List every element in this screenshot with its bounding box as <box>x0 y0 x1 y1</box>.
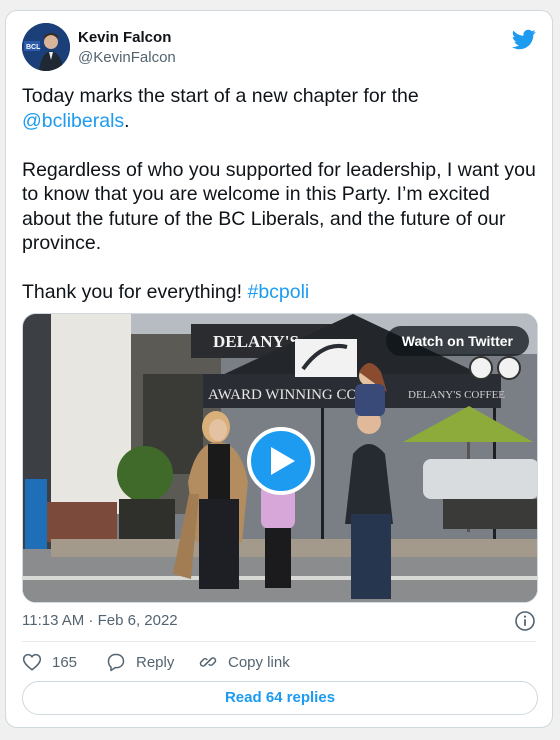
reply-button[interactable]: Reply <box>106 651 174 673</box>
reply-label: Reply <box>136 653 175 671</box>
reply-icon <box>107 653 125 672</box>
play-icon <box>271 447 295 475</box>
tweet-line1-end: . <box>124 109 130 132</box>
svg-text:BCL: BCL <box>26 44 41 51</box>
author-name[interactable]: Kevin Falcon <box>78 29 171 46</box>
tweet-actions: 165 Reply Copy link <box>22 651 538 673</box>
info-icon[interactable] <box>514 610 536 632</box>
tent-text: AWARD WINNING CO <box>208 387 358 403</box>
link-icon <box>199 657 217 667</box>
avatar[interactable]: BCL <box>22 23 70 71</box>
tent-text-2: DELANY'S COFFEE <box>408 389 505 401</box>
tweet-header: BCL Kevin Falcon @KevinFalcon <box>22 23 536 75</box>
watch-on-twitter-button[interactable]: Watch on Twitter <box>385 326 529 356</box>
copy-link-button[interactable]: Copy link <box>198 651 290 673</box>
tweet-paragraph-3: Thank you for everything! #bcpoli <box>22 280 536 305</box>
read-replies-button[interactable]: Read 64 replies <box>22 681 538 715</box>
heart-icon <box>22 653 42 671</box>
divider <box>22 641 536 642</box>
tweet-paragraph-2: Regardless of who you supported for lead… <box>22 158 536 255</box>
copy-link-label: Copy link <box>228 653 290 671</box>
play-button[interactable] <box>247 427 315 495</box>
like-count: 165 <box>52 653 78 671</box>
twitter-bird-icon[interactable] <box>511 27 536 51</box>
tweet-card: BCL Kevin Falcon @KevinFalcon Today mark… <box>5 10 553 728</box>
hashtag-link[interactable]: #bcpoli <box>247 281 309 303</box>
mention-link[interactable]: @bcliberals <box>22 110 124 132</box>
tweet-line1-text: Today marks the start of a new chapter f… <box>22 85 419 107</box>
tweet-timestamp[interactable]: 11:13 AM · Feb 6, 2022 <box>22 612 178 629</box>
tweet-thanks-text: Thank you for everything! <box>22 281 243 303</box>
like-button[interactable]: 165 <box>22 651 77 673</box>
video-thumbnail[interactable]: DELANY'S CO AWARD WINNING CO DELANY'S CO… <box>22 313 538 603</box>
tweet-text: Today marks the start of a new chapter f… <box>22 84 536 305</box>
tweet-paragraph-1: Today marks the start of a new chapter f… <box>22 84 536 133</box>
author-handle[interactable]: @KevinFalcon <box>78 49 176 66</box>
